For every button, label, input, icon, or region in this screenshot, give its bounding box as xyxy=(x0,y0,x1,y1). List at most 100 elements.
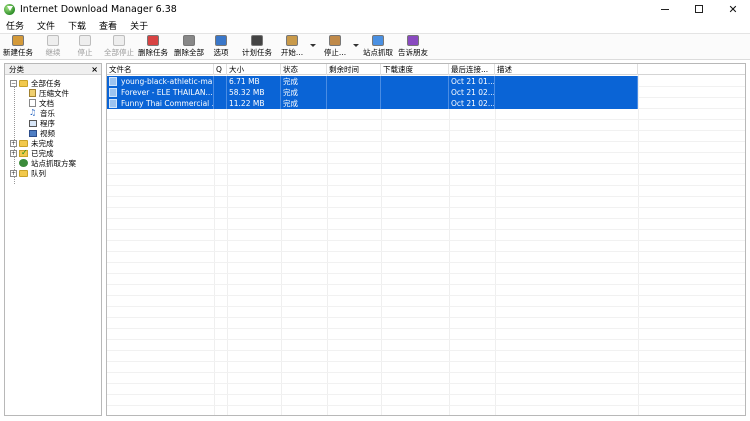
maximize-icon xyxy=(695,5,703,13)
tree-item-5[interactable]: 视频 xyxy=(29,128,55,138)
grabber-icon xyxy=(19,159,28,167)
tree-item-8[interactable]: 站点抓取方案 xyxy=(10,158,76,168)
cell-name: Funny Thai Commercial ... xyxy=(121,98,214,109)
download-row[interactable]: Forever - ELE THAILAN... 58.32 MB 完成 Oct 21… xyxy=(107,87,638,98)
grid-row-line xyxy=(107,328,745,329)
toolbar-button-6[interactable]: 选项 xyxy=(211,35,231,60)
video-file-icon xyxy=(109,77,117,86)
cell-desc xyxy=(495,87,638,98)
tree-expander-icon[interactable]: + xyxy=(10,149,17,157)
zip-icon xyxy=(29,89,36,97)
grid-row-line xyxy=(107,262,745,263)
download-row[interactable]: young-black-athletic-ma... 6.71 MB 完成 Oct 2… xyxy=(107,76,638,87)
toolbar-button-10[interactable]: 站点抓取 xyxy=(362,35,394,60)
toolbar-button-7[interactable]: 计划任务 xyxy=(240,35,274,60)
cell-size: 58.32 MB xyxy=(227,87,281,98)
start-queue-icon xyxy=(286,35,298,46)
toolbar-label: 计划任务 xyxy=(242,48,272,57)
toolbar-button-11[interactable]: 告诉朋友 xyxy=(396,35,430,60)
grid-row-line xyxy=(107,394,745,395)
tree-item-9[interactable]: + 队列 xyxy=(10,168,46,178)
toolbar-button-8[interactable]: 开始... xyxy=(278,35,306,60)
doc-icon xyxy=(29,99,36,107)
cell-speed xyxy=(381,98,449,109)
cell-q xyxy=(214,76,227,87)
cell-last: Oct 21 02... xyxy=(451,87,495,98)
minimize-button[interactable] xyxy=(648,0,682,18)
resume-icon xyxy=(47,35,59,46)
toolbar-button-9[interactable]: 停止... xyxy=(320,35,350,60)
download-row[interactable]: Funny Thai Commercial ... 11.22 MB 完成 Oct 2… xyxy=(107,98,638,109)
tree-item-3[interactable]: ♫ 音乐 xyxy=(29,108,55,118)
cell-size: 11.22 MB xyxy=(227,98,281,109)
menu-file[interactable]: 文件 xyxy=(35,19,57,32)
toolbar-label: 站点抓取 xyxy=(363,48,393,57)
menu-about[interactable]: 关于 xyxy=(128,19,150,32)
close-icon: ✕ xyxy=(728,2,738,16)
tree-item-7[interactable]: +已完成 xyxy=(10,148,54,158)
folder-icon xyxy=(19,169,28,177)
tree-expander-icon[interactable]: + xyxy=(10,169,17,177)
grid-row-line xyxy=(107,240,745,241)
dropdown-arrow-icon[interactable] xyxy=(353,44,359,47)
toolbar-button-5[interactable]: 删除全部 xyxy=(172,35,206,60)
grid-line xyxy=(327,75,328,415)
grid-row-line xyxy=(107,152,745,153)
grid-row-line xyxy=(107,185,745,186)
grid-row-line xyxy=(107,405,745,406)
grid-row-line xyxy=(107,174,745,175)
grid-row-line xyxy=(107,295,745,296)
toolbar-label: 停止 xyxy=(77,48,93,57)
grid-line xyxy=(227,75,228,415)
close-button[interactable]: ✕ xyxy=(716,0,750,18)
tree-item-2[interactable]: 文档 xyxy=(29,98,54,108)
tree-expander-icon[interactable]: + xyxy=(10,139,17,147)
toolbar-button-0[interactable]: 新建任务 xyxy=(2,35,34,60)
delete-all-icon xyxy=(183,35,195,46)
grid-row-line xyxy=(107,141,745,142)
column-header-5[interactable]: 下载速度 xyxy=(381,64,449,75)
toolbar-button-2[interactable]: 停止 xyxy=(72,35,98,60)
download-list[interactable]: 文件名 Q 大小 状态 剩余时间 下载速度 最后连接... 描述 young-black-at… xyxy=(106,63,746,416)
menu-view[interactable]: 查看 xyxy=(97,19,119,32)
column-header-6[interactable]: 最后连接... xyxy=(449,64,495,75)
column-header-0[interactable]: 文件名 xyxy=(107,64,214,75)
category-header: 分类 × xyxy=(5,64,101,75)
grid-row-line xyxy=(107,383,745,384)
cell-status: 完成 xyxy=(281,76,327,87)
tree-item-4[interactable]: 程序 xyxy=(29,118,55,128)
window-title: Internet Download Manager 6.38 xyxy=(20,3,177,15)
dropdown-arrow-icon[interactable] xyxy=(310,44,316,47)
tree-item-0[interactable]: − 全部任务 xyxy=(10,78,61,88)
toolbar-button-3[interactable]: 全部停止 xyxy=(103,35,135,60)
menu-downloads[interactable]: 下载 xyxy=(66,19,88,32)
category-close-button[interactable]: × xyxy=(91,65,98,74)
grid-row-line xyxy=(107,196,745,197)
grid-row-line xyxy=(107,119,745,120)
column-header: 文件名 Q 大小 状态 剩余时间 下载速度 最后连接... 描述 xyxy=(107,64,745,75)
new-task-icon xyxy=(12,35,24,46)
cell-q xyxy=(214,87,227,98)
column-header-4[interactable]: 剩余时间 xyxy=(327,64,381,75)
category-panel: 分类 × −全部任务压缩文件文档♫音乐程序视频+未完成+已完成站点抓取方案+队列 xyxy=(4,63,102,416)
column-header-3[interactable]: 状态 xyxy=(281,64,327,75)
toolbar-label: 开始... xyxy=(280,48,304,57)
grid-row-line xyxy=(107,273,745,274)
tree-item-1[interactable]: 压缩文件 xyxy=(29,88,69,98)
tree-expander-icon[interactable]: − xyxy=(10,79,17,87)
tree-item-6[interactable]: + 未完成 xyxy=(10,138,54,148)
grid-row-line xyxy=(107,306,745,307)
stop-all-icon xyxy=(113,35,125,46)
maximize-button[interactable] xyxy=(682,0,716,18)
column-header-1[interactable]: Q xyxy=(214,64,227,75)
grid-row-line xyxy=(107,130,745,131)
cell-desc xyxy=(495,98,638,109)
column-header-7[interactable]: 描述 xyxy=(495,64,638,75)
toolbar-button-4[interactable]: 删除任务 xyxy=(136,35,170,60)
grid-row-line xyxy=(107,218,745,219)
cell-last: Oct 21 01... xyxy=(451,76,495,87)
column-header-2[interactable]: 大小 xyxy=(227,64,281,75)
menu-tasks[interactable]: 任务 xyxy=(4,19,26,32)
toolbar-button-1[interactable]: 继续 xyxy=(38,35,68,60)
stop-queue-icon xyxy=(329,35,341,46)
